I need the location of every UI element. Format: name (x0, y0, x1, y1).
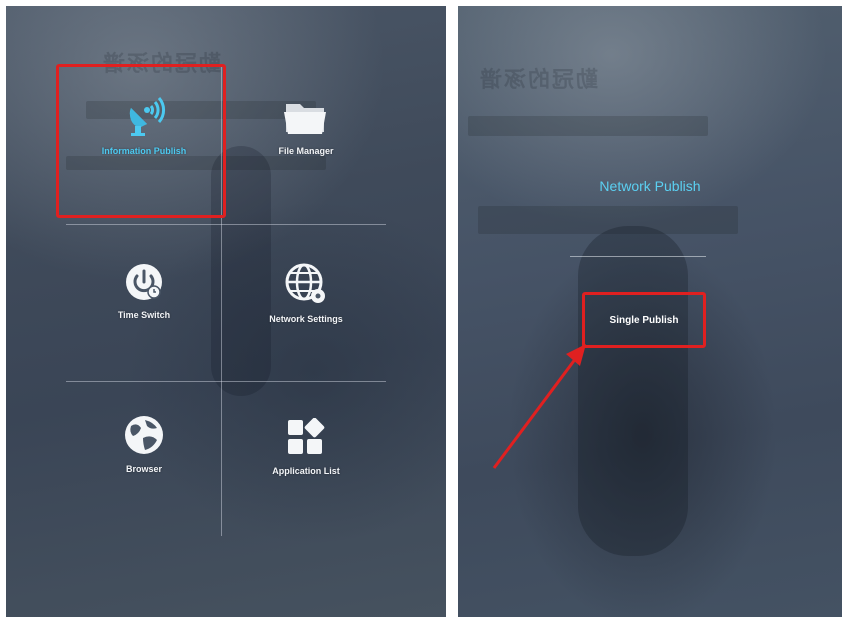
power-clock-icon (126, 264, 162, 300)
app-label: Application List (272, 466, 340, 476)
folder-icon (284, 104, 326, 134)
launcher-screen: 勤冠的涿谱 Information Publish File Manager T… (6, 6, 446, 617)
app-browser[interactable]: Browser (84, 414, 204, 474)
app-label: Browser (125, 464, 162, 474)
globe-icon (125, 416, 163, 454)
app-grid-icon (288, 418, 325, 454)
app-label: Time Switch (117, 310, 171, 320)
app-time-switch[interactable]: Time Switch (84, 262, 204, 320)
highlight-information-publish (56, 64, 226, 218)
annotation-arrow (492, 344, 586, 469)
app-application-list[interactable]: Application List (246, 418, 366, 476)
globe-gear-icon (285, 263, 325, 303)
app-file-manager[interactable]: File Manager (246, 98, 366, 156)
app-label: Network Settings (269, 314, 343, 324)
network-publish-screen: 勤冠的涿谱 Network Publish Single Publish (458, 6, 842, 617)
app-label: File Manager (278, 146, 334, 156)
grid-divider (66, 224, 386, 225)
grid-divider (66, 381, 386, 382)
app-network-settings[interactable]: Network Settings (241, 262, 371, 324)
